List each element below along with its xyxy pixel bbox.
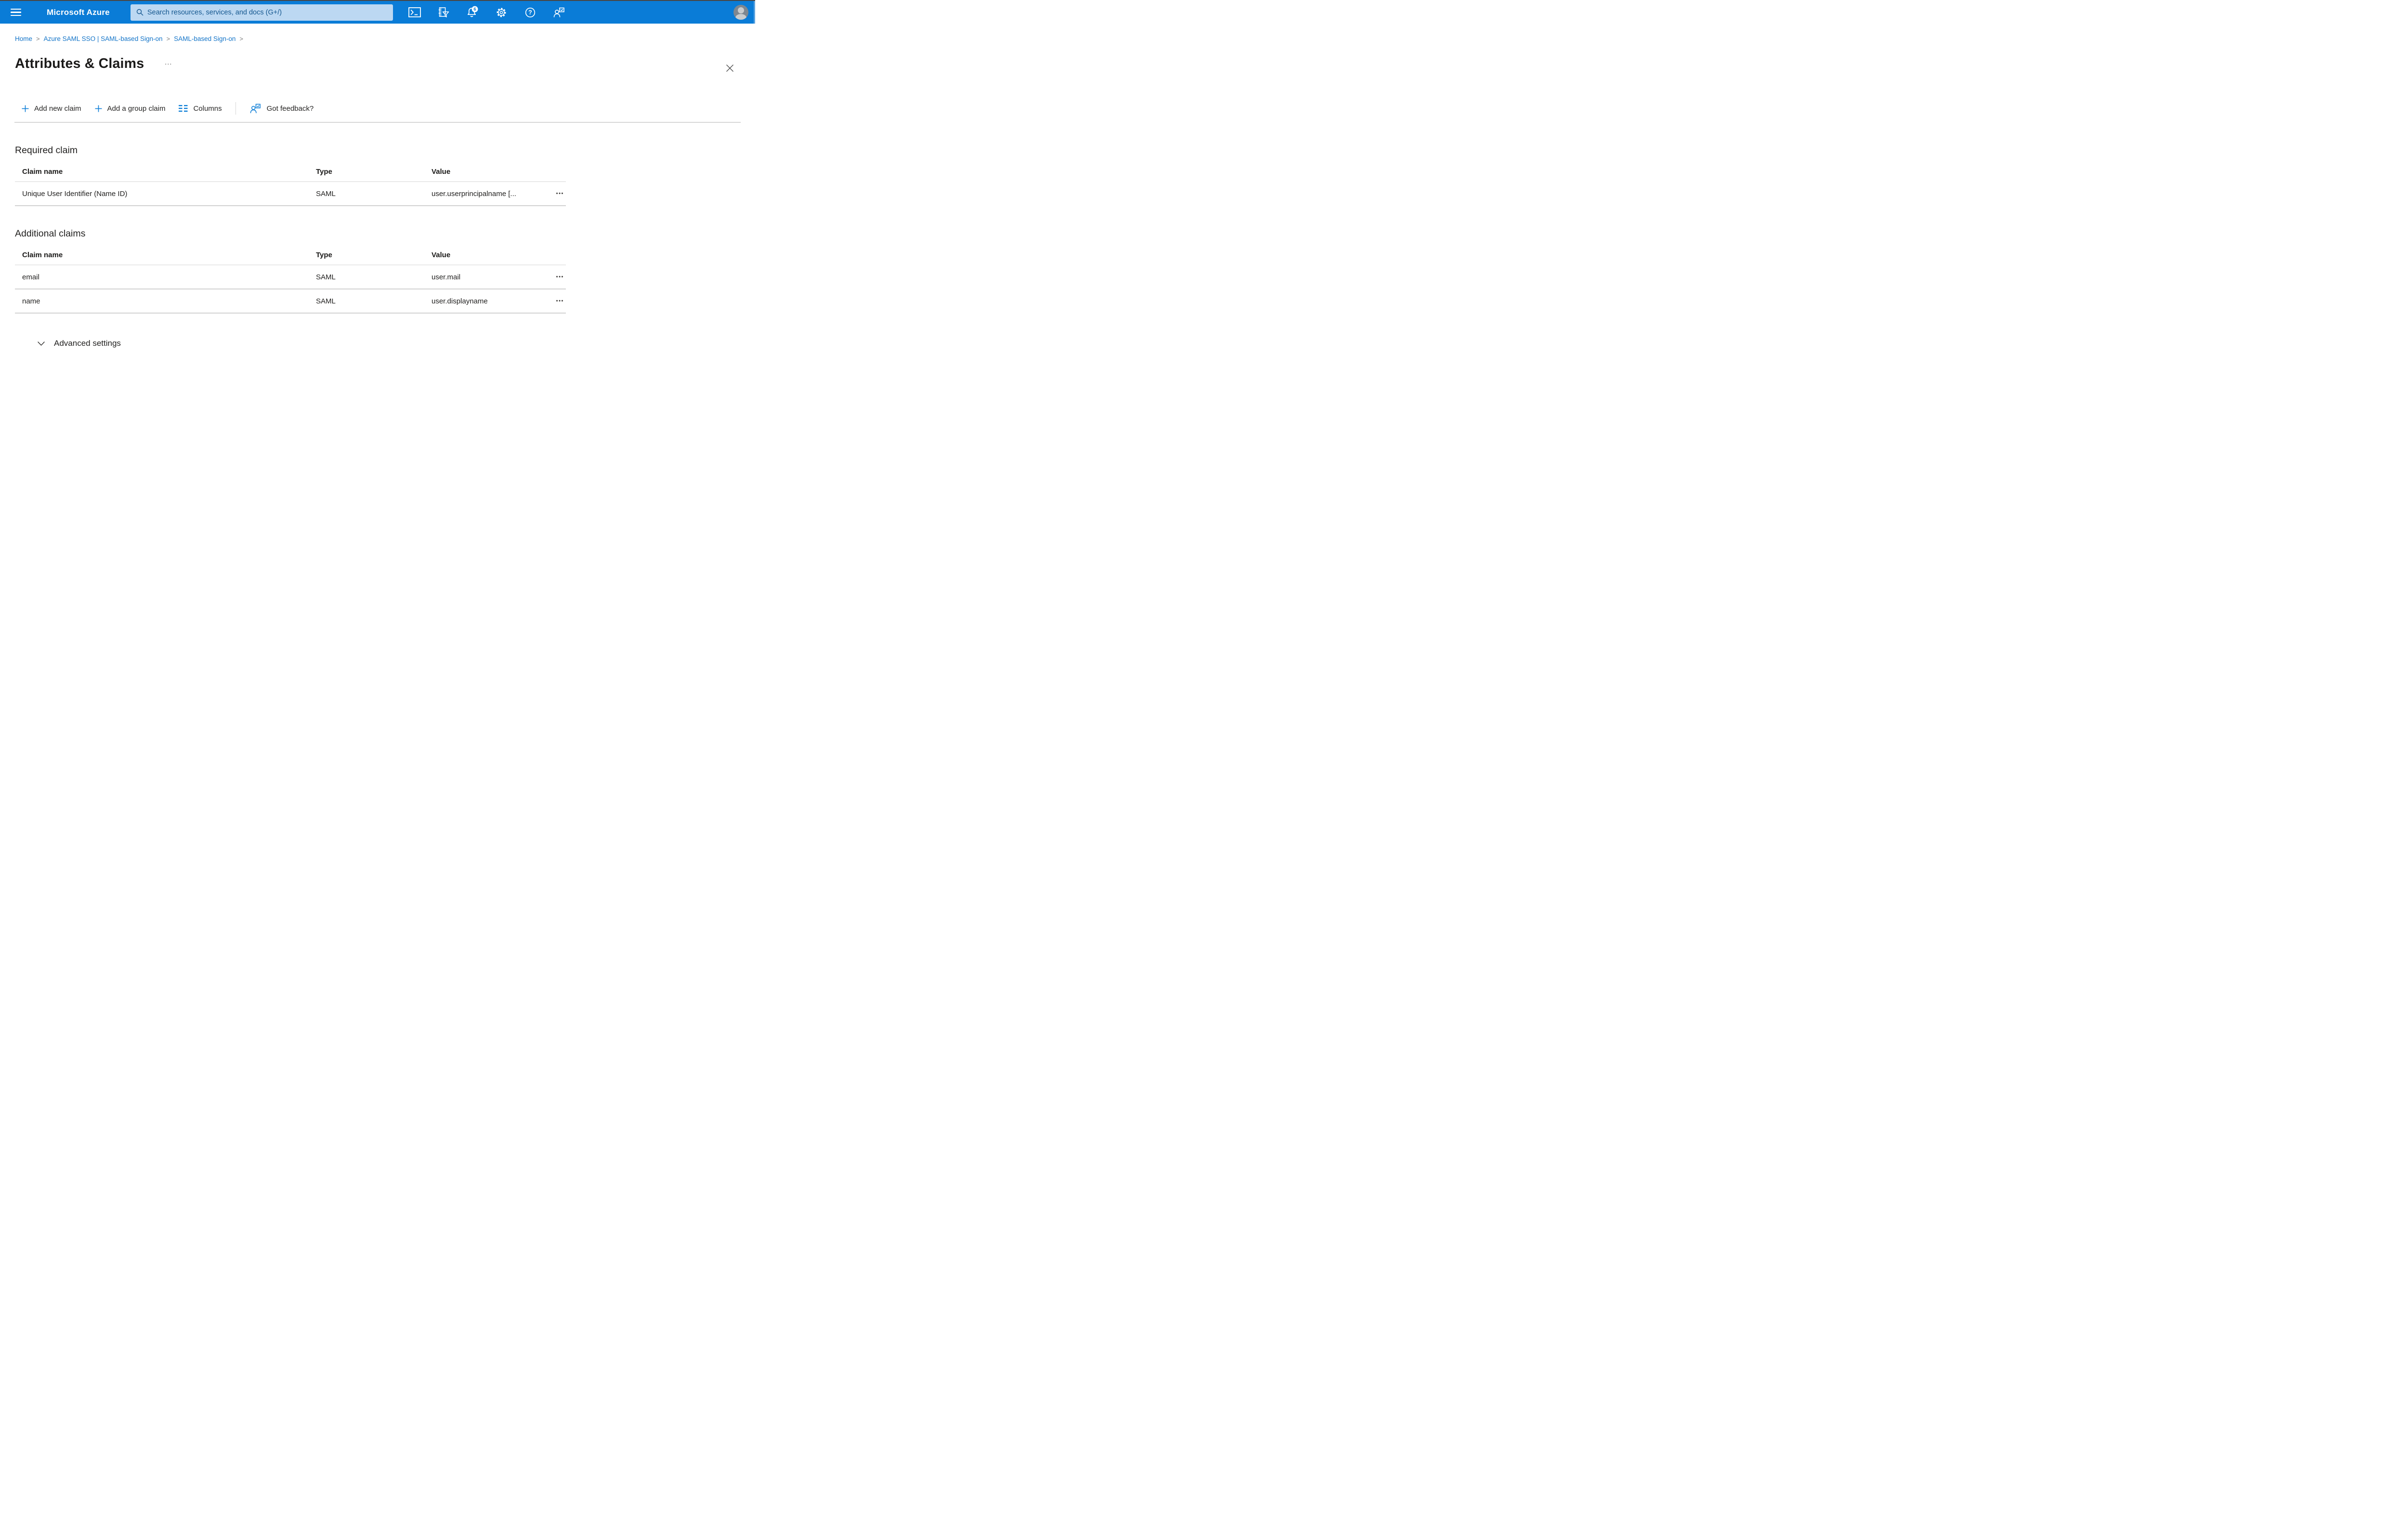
cell-claim-name: Unique User Identifier (Name ID) xyxy=(22,189,128,198)
add-new-claim-button[interactable]: Add new claim xyxy=(22,105,81,113)
breadcrumb-link-home[interactable]: Home xyxy=(15,35,32,42)
cell-type: SAML xyxy=(316,273,336,281)
notifications-button[interactable]: 6 xyxy=(458,1,487,24)
cell-value: user.displayname xyxy=(432,297,488,305)
columns-icon xyxy=(179,105,188,112)
topbar-edge-stripe xyxy=(754,1,755,24)
toolbar: Add new claim Add a group claim Columns … xyxy=(22,101,755,116)
cell-claim-name: name xyxy=(22,297,40,305)
column-header-claim-name: Claim name xyxy=(22,251,63,259)
row-menu-button[interactable]: ••• xyxy=(554,272,566,282)
cell-claim-name: email xyxy=(22,273,39,281)
breadcrumb: Home > Azure SAML SSO | SAML-based Sign-… xyxy=(15,35,755,42)
plus-icon xyxy=(22,105,29,112)
bell-icon: 6 xyxy=(468,6,478,17)
topbar: Microsoft Azure Search resources, servic… xyxy=(0,1,755,24)
gear-icon xyxy=(497,8,506,17)
cell-type: SAML xyxy=(316,189,336,198)
title-overflow-button[interactable]: … xyxy=(164,59,172,66)
section-heading-additional: Additional claims xyxy=(15,228,86,239)
column-header-type: Type xyxy=(316,251,332,259)
page-title: Attributes & Claims xyxy=(15,55,144,71)
column-header-claim-name: Claim name xyxy=(22,168,63,176)
svg-text:?: ? xyxy=(528,9,532,16)
breadcrumb-separator: > xyxy=(36,35,40,42)
breadcrumb-separator: > xyxy=(166,35,170,42)
got-feedback-label: Got feedback? xyxy=(266,104,314,113)
svg-text:6: 6 xyxy=(474,7,476,12)
column-header-value: Value xyxy=(432,251,451,259)
table-row: Unique User Identifier (Name ID) SAML us… xyxy=(15,182,566,206)
table-header-row: Claim name Type Value xyxy=(15,246,566,265)
plus-icon xyxy=(95,105,102,112)
toolbar-rule xyxy=(14,122,741,123)
cloud-shell-button[interactable] xyxy=(400,1,429,24)
add-new-claim-label: Add new claim xyxy=(34,104,81,113)
cell-value: user.userprincipalname [... xyxy=(432,189,516,198)
close-icon xyxy=(726,64,733,72)
avatar[interactable] xyxy=(733,5,748,20)
columns-button[interactable]: Columns xyxy=(179,105,222,113)
cloud-shell-icon xyxy=(408,7,421,17)
settings-button[interactable] xyxy=(487,1,516,24)
breadcrumb-separator: > xyxy=(239,35,243,42)
row-menu-button[interactable]: ••• xyxy=(554,189,566,198)
directory-filter-icon xyxy=(438,7,449,17)
columns-label: Columns xyxy=(193,104,222,113)
add-group-claim-label: Add a group claim xyxy=(107,104,166,113)
azure-brand[interactable]: Microsoft Azure xyxy=(47,8,110,17)
additional-claims-table: Claim name Type Value email SAML user.ma… xyxy=(15,246,566,314)
close-button[interactable] xyxy=(724,63,735,73)
advanced-settings-toggle[interactable]: Advanced settings xyxy=(38,339,755,348)
feedback-icon xyxy=(250,104,261,113)
column-header-value: Value xyxy=(432,168,451,176)
search-input[interactable] xyxy=(130,4,393,21)
got-feedback-button[interactable]: Got feedback? xyxy=(249,103,314,114)
cell-type: SAML xyxy=(316,297,336,305)
directory-filter-button[interactable] xyxy=(429,1,458,24)
help-icon: ? xyxy=(525,7,535,17)
chevron-down-icon xyxy=(38,341,45,346)
help-button[interactable]: ? xyxy=(516,1,545,24)
main-content: Required claim Claim name Type Value Uni… xyxy=(0,145,755,348)
breadcrumb-link-saml-signon[interactable]: SAML-based Sign-on xyxy=(174,35,236,42)
hamburger-menu-button[interactable] xyxy=(11,9,21,16)
table-header-row: Claim name Type Value xyxy=(15,163,566,182)
global-search xyxy=(130,4,393,21)
table-row: email SAML user.mail ••• xyxy=(15,265,566,289)
breadcrumb-link-app[interactable]: Azure SAML SSO | SAML-based Sign-on xyxy=(44,35,163,42)
feedback-button[interactable] xyxy=(545,1,574,24)
feedback-icon xyxy=(553,7,564,17)
add-group-claim-button[interactable]: Add a group claim xyxy=(95,104,166,113)
title-row: Attributes & Claims … xyxy=(15,55,755,72)
section-heading-required: Required claim xyxy=(15,145,78,156)
required-claims-table: Claim name Type Value Unique User Identi… xyxy=(15,163,566,206)
table-row: name SAML user.displayname ••• xyxy=(15,289,566,314)
hamburger-icon xyxy=(11,9,21,10)
topbar-icon-group: 6 ? xyxy=(400,1,574,24)
cell-value: user.mail xyxy=(432,273,461,281)
advanced-settings-label: Advanced settings xyxy=(54,339,121,348)
column-header-type: Type xyxy=(316,168,332,176)
row-menu-button[interactable]: ••• xyxy=(554,296,566,306)
